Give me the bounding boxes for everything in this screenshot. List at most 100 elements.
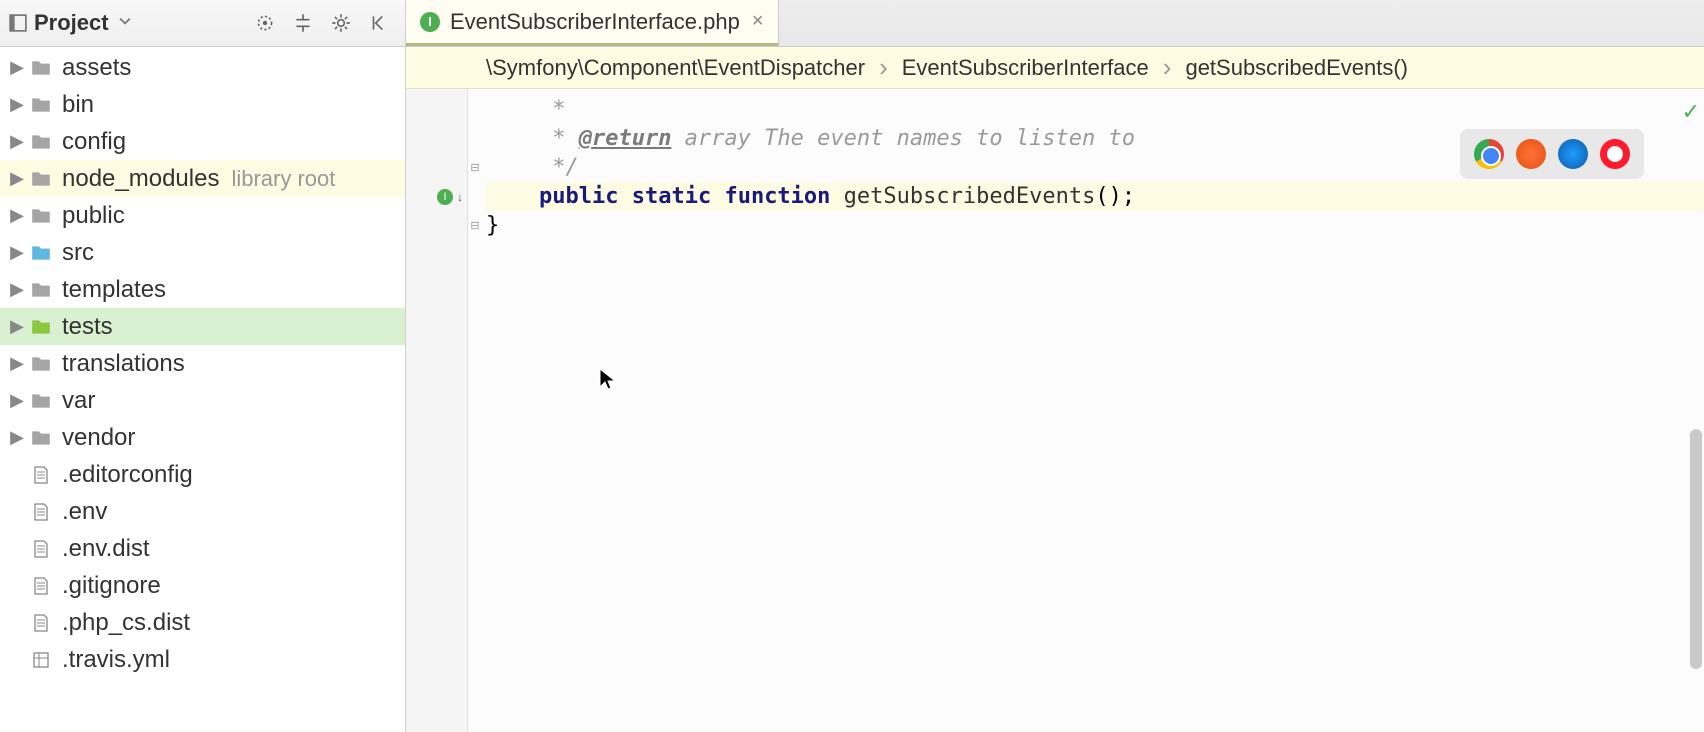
- fold-end-icon[interactable]: ⊟: [470, 161, 479, 174]
- folder-icon: [28, 203, 54, 229]
- tree-item-bin[interactable]: ▶ bin: [0, 86, 405, 123]
- tree-label: .env.dist: [62, 535, 150, 563]
- tree-label: templates: [62, 276, 166, 304]
- editor-tab-active[interactable]: I EventSubscriberInterface.php ×: [406, 0, 779, 46]
- tree-label: config: [62, 128, 126, 156]
- tree-item-public[interactable]: ▶ public: [0, 197, 405, 234]
- folder-icon: [28, 92, 54, 118]
- expand-arrow-icon[interactable]: ▶: [6, 57, 28, 78]
- fold-end-icon[interactable]: ⊟: [470, 219, 479, 232]
- safari-icon[interactable]: [1558, 139, 1588, 169]
- tree-item-config[interactable]: ▶ config: [0, 123, 405, 160]
- expand-arrow-icon[interactable]: ▶: [6, 168, 28, 189]
- project-title[interactable]: Project: [34, 10, 109, 36]
- expand-arrow-icon[interactable]: ▶: [6, 242, 28, 263]
- project-toolbar: Project: [0, 0, 405, 47]
- code-keyword: function: [724, 184, 830, 209]
- fold-gutter[interactable]: ⊟ ⊟: [468, 89, 482, 732]
- tree-label: src: [62, 239, 94, 267]
- expand-arrow-icon[interactable]: ▶: [6, 316, 28, 337]
- tree-label: tests: [62, 313, 113, 341]
- tree-item-tests[interactable]: ▶ tests: [0, 308, 405, 345]
- project-view-icon: [8, 13, 28, 33]
- tree-item-templates[interactable]: ▶ templates: [0, 271, 405, 308]
- code-keyword: static: [632, 184, 711, 209]
- expand-arrow-icon[interactable]: ▶: [6, 131, 28, 152]
- tree-item-var[interactable]: ▶ var: [0, 382, 405, 419]
- code-keyword: public: [539, 184, 618, 209]
- close-icon[interactable]: ×: [752, 10, 764, 33]
- tree-item-translations[interactable]: ▶ translations: [0, 345, 405, 382]
- implements-icon[interactable]: I: [437, 189, 453, 205]
- tree-label: public: [62, 202, 125, 230]
- scrollbar-thumb[interactable]: [1690, 429, 1702, 669]
- tree-item-node-modules[interactable]: ▶ node_modules library root: [0, 160, 405, 197]
- browser-preview-panel: [1460, 129, 1644, 179]
- code-comment: *: [486, 97, 565, 122]
- code-text-area[interactable]: * * @return array The event names to lis…: [482, 89, 1704, 732]
- tree-label: .gitignore: [62, 572, 161, 600]
- tree-item-env[interactable]: ▶ .env: [0, 493, 405, 530]
- file-icon: [28, 647, 54, 673]
- vertical-scrollbar[interactable]: [1688, 89, 1704, 732]
- expand-arrow-icon[interactable]: ▶: [6, 427, 28, 448]
- breadcrumb[interactable]: \Symfony\Component\EventDispatcher › Eve…: [406, 47, 1704, 89]
- code-comment: array The event names to listen to: [671, 126, 1135, 151]
- breadcrumb-method[interactable]: getSubscribedEvents(): [1185, 55, 1408, 81]
- expand-arrow-icon[interactable]: ▶: [6, 279, 28, 300]
- code-doctag: @return: [579, 126, 672, 151]
- tree-label: translations: [62, 350, 185, 378]
- project-tree[interactable]: ▶ assets ▶ bin ▶ config ▶ node_modules l…: [0, 47, 405, 732]
- code-brace: }: [486, 213, 499, 238]
- tree-item-phpcs[interactable]: ▶ .php_cs.dist: [0, 604, 405, 641]
- settings-gear-icon[interactable]: [323, 5, 359, 41]
- tree-item-editorconfig[interactable]: ▶ .editorconfig: [0, 456, 405, 493]
- project-dropdown-arrow-icon[interactable]: [119, 14, 131, 32]
- tree-item-assets[interactable]: ▶ assets: [0, 49, 405, 86]
- expand-arrow-icon[interactable]: ▶: [6, 205, 28, 226]
- expand-arrow-icon[interactable]: ▶: [6, 94, 28, 115]
- tree-label: assets: [62, 54, 131, 82]
- project-sidebar: Project ▶ assets: [0, 0, 406, 732]
- chevron-right-icon: ›: [879, 52, 888, 83]
- editor-gutter[interactable]: I↓: [406, 89, 468, 732]
- breadcrumb-class[interactable]: EventSubscriberInterface: [902, 55, 1149, 81]
- tree-label: bin: [62, 91, 94, 119]
- editor-tabs: I EventSubscriberInterface.php ×: [406, 0, 1704, 47]
- code-indent: [486, 184, 539, 209]
- collapse-all-icon[interactable]: [285, 5, 321, 41]
- code-editor[interactable]: ✓ I↓ ⊟ ⊟ * * @return array The event nam…: [406, 89, 1704, 732]
- firefox-icon[interactable]: [1516, 139, 1546, 169]
- file-icon: [28, 536, 54, 562]
- locate-icon[interactable]: [247, 5, 283, 41]
- chevron-right-icon: ›: [1163, 52, 1172, 83]
- tree-label: .travis.yml: [62, 646, 170, 674]
- ide-root: Project ▶ assets: [0, 0, 1704, 732]
- tab-label: EventSubscriberInterface.php: [450, 9, 740, 35]
- tree-label: node_modules: [62, 165, 219, 193]
- hide-panel-icon[interactable]: [361, 5, 397, 41]
- tree-item-env-dist[interactable]: ▶ .env.dist: [0, 530, 405, 567]
- code-comment: *: [486, 126, 579, 151]
- tree-item-gitignore[interactable]: ▶ .gitignore: [0, 567, 405, 604]
- folder-icon: [28, 166, 54, 192]
- folder-icon: [28, 129, 54, 155]
- folder-icon: [28, 55, 54, 81]
- expand-arrow-icon[interactable]: ▶: [6, 353, 28, 374]
- tree-item-src[interactable]: ▶ src: [0, 234, 405, 271]
- file-icon: [28, 573, 54, 599]
- opera-icon[interactable]: [1600, 139, 1630, 169]
- file-icon: [28, 610, 54, 636]
- chrome-icon[interactable]: [1474, 139, 1504, 169]
- tree-label: .editorconfig: [62, 461, 193, 489]
- folder-icon: [28, 240, 54, 266]
- tree-item-travis[interactable]: ▶ .travis.yml: [0, 641, 405, 678]
- file-icon: [28, 499, 54, 525]
- folder-icon: [28, 277, 54, 303]
- tree-item-vendor[interactable]: ▶ vendor: [0, 419, 405, 456]
- inspection-ok-icon[interactable]: ✓: [1682, 99, 1700, 125]
- expand-arrow-icon[interactable]: ▶: [6, 390, 28, 411]
- interface-icon: I: [420, 12, 440, 32]
- breadcrumb-namespace[interactable]: \Symfony\Component\EventDispatcher: [486, 55, 865, 81]
- folder-icon: [28, 425, 54, 451]
